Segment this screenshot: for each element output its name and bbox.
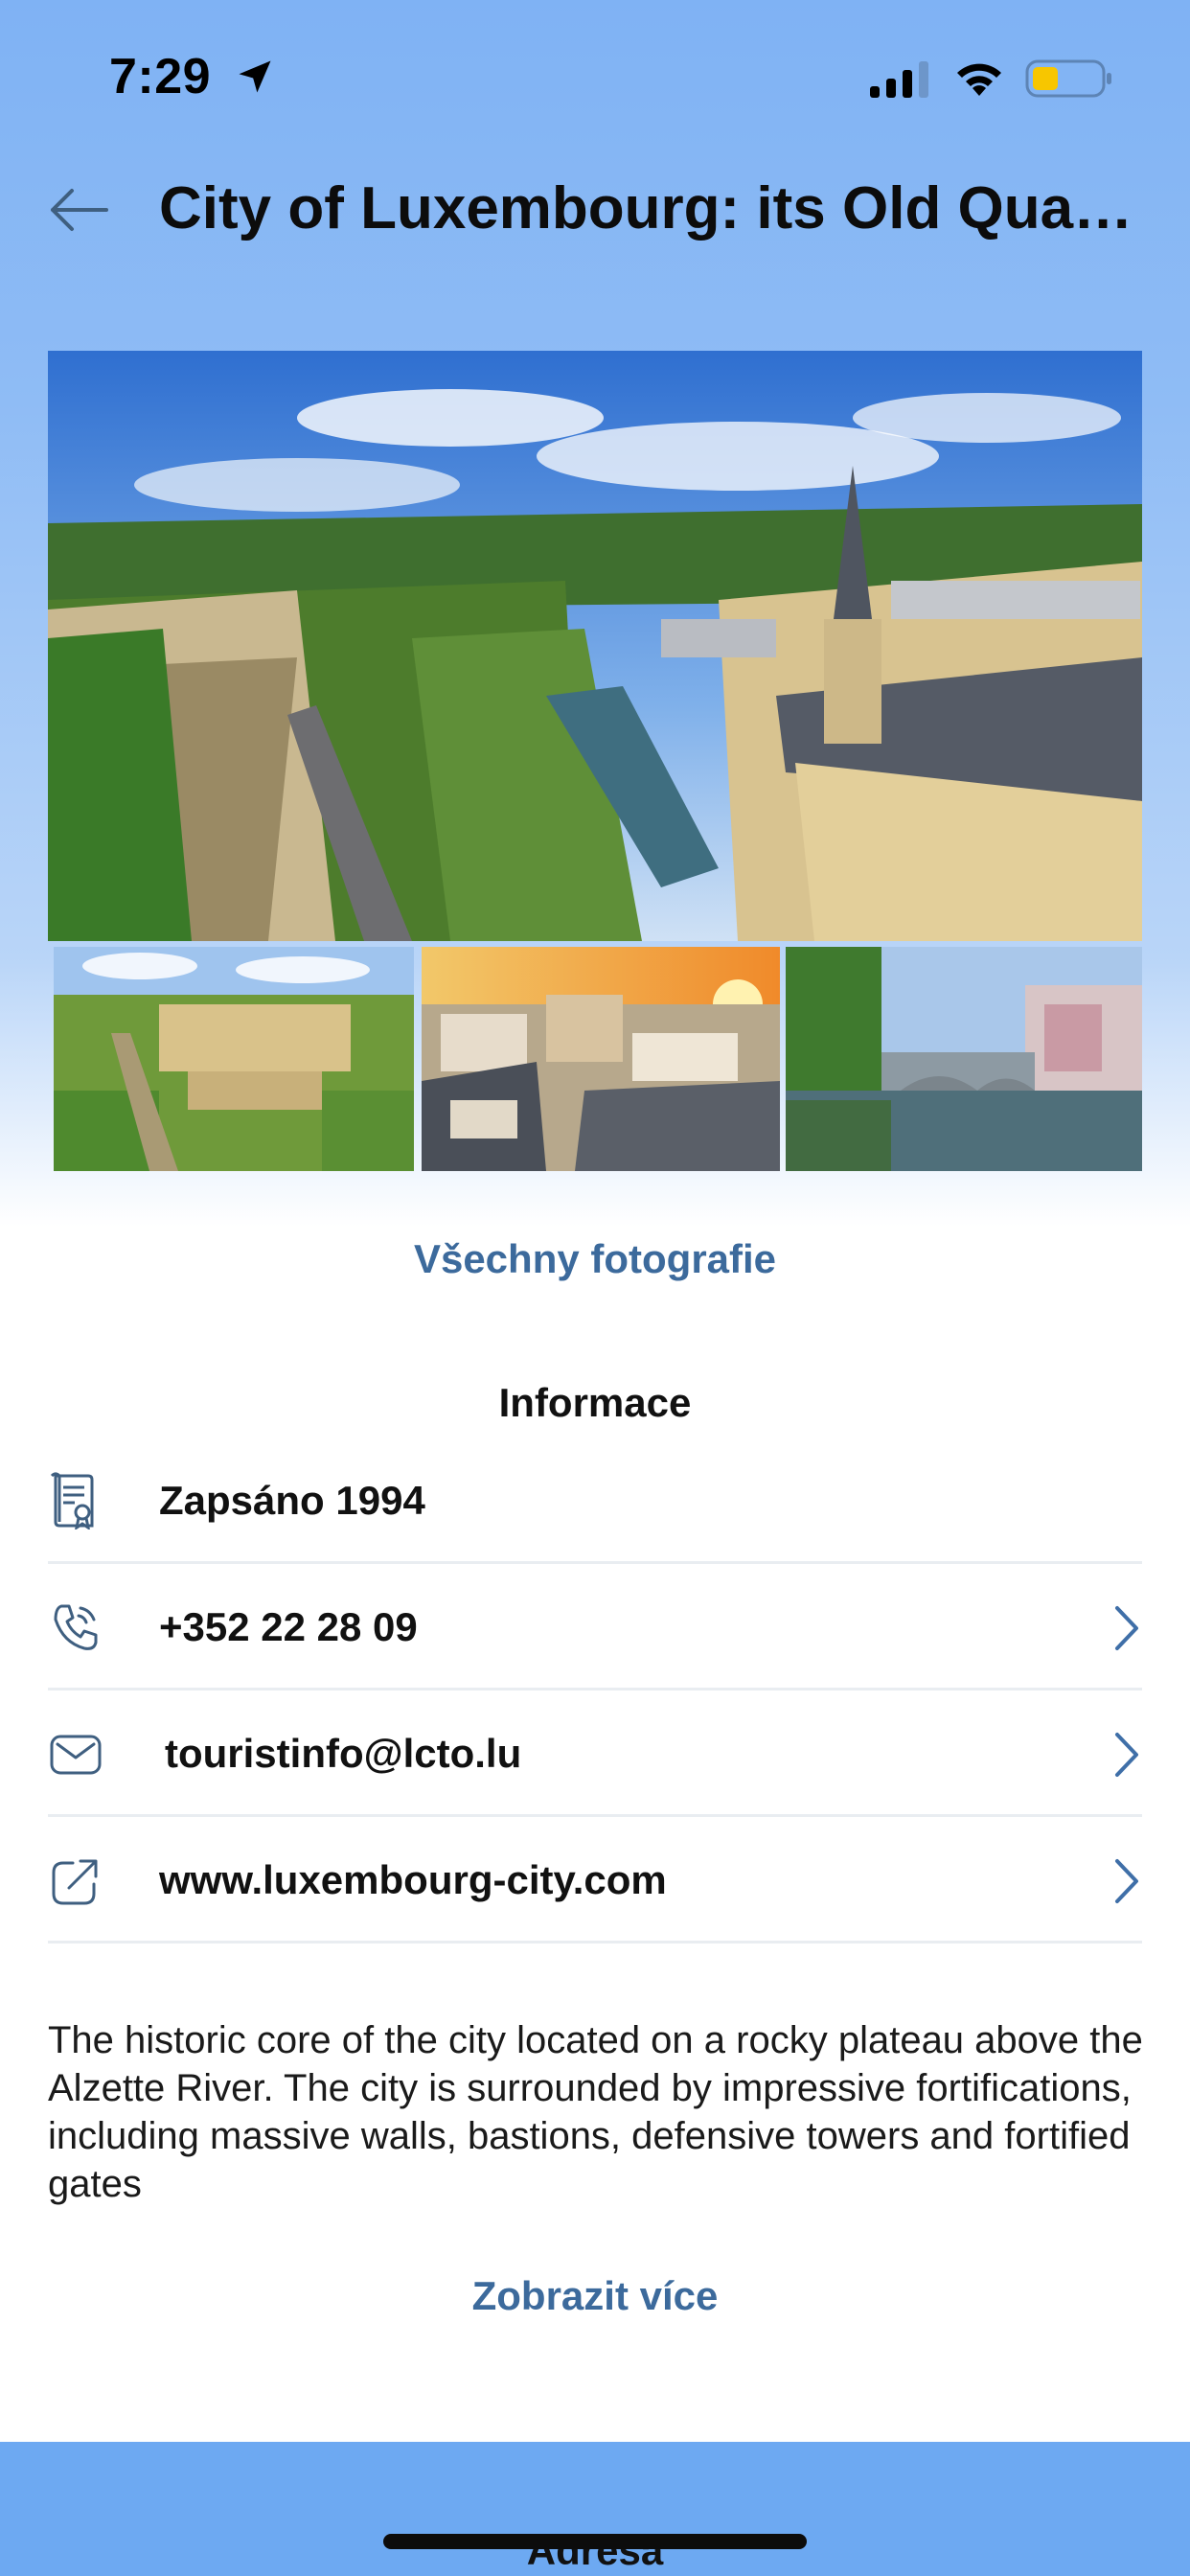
page-title: City of Luxembourg: its Old Qua… xyxy=(159,175,1133,242)
status-bar: 7:29 xyxy=(0,0,1190,153)
back-button[interactable] xyxy=(42,178,115,242)
all-photos-link[interactable]: Všechny fotografie xyxy=(0,1236,1190,1282)
external-link-icon xyxy=(52,1859,98,1905)
email-text: touristinfo@lcto.lu xyxy=(165,1731,522,1776)
mail-icon xyxy=(50,1735,102,1775)
description-text: The historic core of the city located on… xyxy=(48,2019,1143,2205)
arrow-left-icon xyxy=(51,189,108,231)
thumbnail-3[interactable] xyxy=(786,947,1142,1171)
info-row-email[interactable]: touristinfo@lcto.lu xyxy=(48,1690,1142,1817)
certificate-icon xyxy=(50,1472,94,1530)
battery-low-icon xyxy=(1025,59,1111,98)
cellular-signal-icon xyxy=(870,61,928,98)
info-row-registered: Zapsáno 1994 xyxy=(48,1438,1142,1564)
wifi-icon xyxy=(957,63,1001,96)
registered-text: Zapsáno 1994 xyxy=(159,1478,425,1523)
info-section-title: Informace xyxy=(498,1380,692,1425)
photo-gallery xyxy=(48,351,1142,1171)
show-more-link[interactable]: Zobrazit více xyxy=(0,2273,1190,2319)
phone-text: +352 22 28 09 xyxy=(159,1604,418,1649)
address-bar[interactable]: Adresa xyxy=(0,2442,1190,2576)
chevron-right-icon xyxy=(1115,1859,1138,1903)
info-row-website[interactable]: www.luxembourg-city.com xyxy=(48,1817,1142,1944)
main-photo[interactable] xyxy=(48,351,1142,941)
thumbnail-2[interactable] xyxy=(422,947,780,1171)
chevron-right-icon xyxy=(1115,1606,1138,1650)
thumbnail-1[interactable] xyxy=(54,947,414,1171)
info-row-phone[interactable]: +352 22 28 09 xyxy=(48,1564,1142,1690)
website-text: www.luxembourg-city.com xyxy=(159,1857,667,1902)
location-arrow-icon xyxy=(239,60,271,93)
phone-icon xyxy=(54,1604,98,1650)
chevron-right-icon xyxy=(1115,1733,1138,1777)
home-indicator[interactable] xyxy=(383,2534,807,2549)
status-time: 7:29 xyxy=(109,49,212,104)
